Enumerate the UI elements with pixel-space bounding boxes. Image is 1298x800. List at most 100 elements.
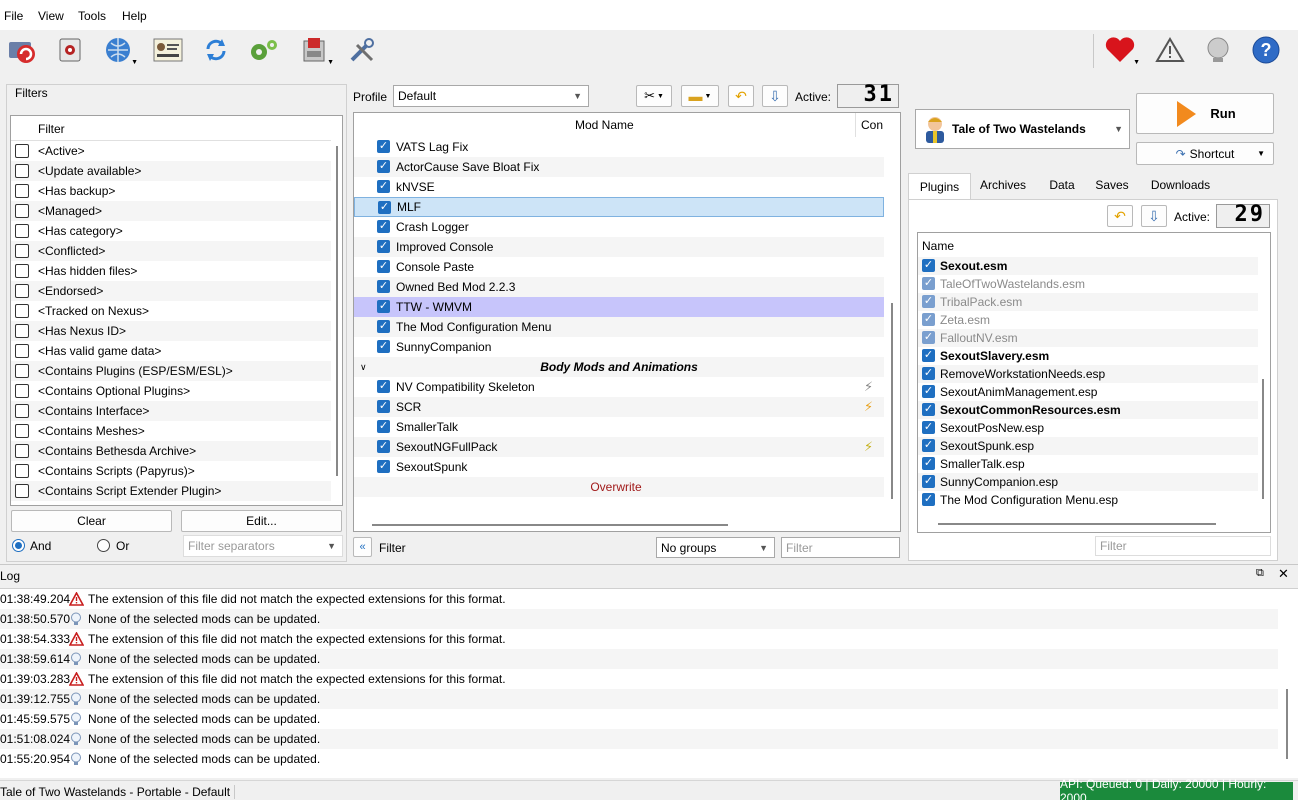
game-combo[interactable]: Tale of Two Wastelands ▼ (915, 109, 1130, 149)
collapse-button[interactable]: « (353, 537, 372, 557)
plugin-checkbox[interactable]: ✓ (922, 313, 935, 326)
undo-button[interactable]: ↶ (728, 85, 754, 107)
executables-icon[interactable]: ▼ (296, 32, 334, 68)
mod-row[interactable]: ✓ Crash Logger (354, 217, 884, 237)
mod-scrollbar[interactable] (891, 303, 893, 499)
mod-row[interactable]: ✓ Console Paste (354, 257, 884, 277)
plugin-filter-input[interactable]: Filter (1095, 536, 1271, 556)
tab-downloads[interactable]: Downloads (1135, 173, 1226, 197)
filter-checkbox[interactable] (15, 164, 29, 178)
profiles-icon[interactable] (150, 32, 186, 68)
filter-separators-combo[interactable]: Filter separators ▼ (183, 535, 343, 557)
menu-help[interactable]: Help (122, 9, 147, 23)
mod-checkbox[interactable]: ✓ (377, 300, 390, 313)
profile-combo[interactable]: Default ▼ (393, 85, 589, 107)
groups-combo[interactable]: No groups ▼ (656, 537, 775, 558)
plugin-checkbox[interactable]: ✓ (922, 331, 935, 344)
plugin-row[interactable]: ✓ SmallerTalk.esp (918, 455, 1258, 473)
plugin-row[interactable]: ✓ The Mod Configuration Menu.esp (918, 491, 1258, 509)
plugin-checkbox[interactable]: ✓ (922, 295, 935, 308)
mod-row[interactable]: ✓ ActorCause Save Bloat Fix (354, 157, 884, 177)
separator-row[interactable]: ∨ Body Mods and Animations (354, 357, 884, 377)
mod-row[interactable]: ✓ SmallerTalk (354, 417, 884, 437)
filter-checkbox[interactable] (15, 324, 29, 338)
plugin-checkbox[interactable]: ✓ (922, 349, 935, 362)
filter-row[interactable]: <Has valid game data> (11, 341, 331, 361)
edit-button[interactable]: Edit... (181, 510, 342, 532)
filter-row[interactable]: <Update available> (11, 161, 331, 181)
col-conflicts[interactable]: Con (861, 118, 883, 132)
mod-row[interactable]: ✓ Owned Bed Mod 2.2.3 (354, 277, 884, 297)
plugin-row[interactable]: ✓ TaleOfTwoWastelands.esm (918, 275, 1258, 293)
backup-button[interactable]: ⇩ (762, 85, 788, 107)
log-scrollbar[interactable] (1286, 689, 1288, 759)
plugin-row[interactable]: ✓ SexoutAnimManagement.esp (918, 383, 1258, 401)
tab-plugins[interactable]: Plugins (908, 173, 971, 200)
plugin-checkbox[interactable]: ✓ (922, 403, 935, 416)
filter-row[interactable]: <Contains Plugins (ESP/ESM/ESL)> (11, 361, 331, 381)
menu-tools[interactable]: Tools (78, 9, 106, 23)
tab-data[interactable]: Data (1035, 173, 1089, 197)
filter-checkbox[interactable] (15, 464, 29, 478)
close-icon[interactable]: ✕ (1278, 566, 1289, 582)
mod-checkbox[interactable]: ✓ (377, 260, 390, 273)
filter-checkbox[interactable] (15, 424, 29, 438)
filter-checkbox[interactable] (15, 204, 29, 218)
mod-row[interactable]: ✓ NV Compatibility Skeleton ⚡ (354, 377, 884, 397)
col-mod-name[interactable]: Mod Name (575, 118, 634, 132)
shortcut-button[interactable]: ↷ Shortcut ▼ (1136, 142, 1274, 165)
mod-checkbox[interactable]: ✓ (377, 460, 390, 473)
filter-row[interactable]: <Contains Script Extender Plugin> (11, 481, 331, 501)
plugin-hscrollbar[interactable] (938, 523, 1216, 525)
filter-row[interactable]: <Contains Interface> (11, 401, 331, 421)
mod-checkbox[interactable]: ✓ (377, 340, 390, 353)
plugin-checkbox[interactable]: ✓ (922, 475, 935, 488)
tab-saves[interactable]: Saves (1089, 173, 1135, 197)
filter-checkbox[interactable] (15, 344, 29, 358)
mod-checkbox[interactable]: ✓ (377, 400, 390, 413)
refresh-icon[interactable] (198, 32, 234, 68)
mod-tools-button[interactable]: ✂ ▼ (636, 85, 672, 107)
plugin-row[interactable]: ✓ Zeta.esm (918, 311, 1258, 329)
filter-row[interactable]: <Active> (11, 141, 331, 161)
filter-row[interactable]: <Contains Meshes> (11, 421, 331, 441)
plugin-checkbox[interactable]: ✓ (922, 367, 935, 380)
plugin-row[interactable]: ✓ SexoutCommonResources.esm (918, 401, 1258, 419)
plugin-scrollbar[interactable] (1262, 379, 1264, 499)
plugin-checkbox[interactable]: ✓ (922, 493, 935, 506)
plugin-row[interactable]: ✓ FalloutNV.esm (918, 329, 1258, 347)
plugin-checkbox[interactable]: ✓ (922, 457, 935, 470)
filter-checkbox[interactable] (15, 264, 29, 278)
settings-icon[interactable] (246, 32, 282, 68)
float-icon[interactable]: ⧉ (1256, 567, 1264, 580)
mod-row[interactable]: ✓ SunnyCompanion (354, 337, 884, 357)
mod-checkbox[interactable]: ✓ (377, 220, 390, 233)
plugin-checkbox[interactable]: ✓ (922, 385, 935, 398)
instances-icon[interactable] (4, 32, 40, 68)
plugin-name-header[interactable]: Name (922, 239, 954, 253)
mod-row[interactable]: ✓ VATS Lag Fix (354, 137, 884, 157)
filter-row[interactable]: <Contains Scripts (Papyrus)> (11, 461, 331, 481)
plugin-row[interactable]: ✓ SexoutSpunk.esp (918, 437, 1258, 455)
and-radio[interactable] (12, 539, 25, 552)
warning-icon[interactable] (1152, 32, 1188, 68)
run-button[interactable]: Run (1136, 93, 1274, 134)
filter-checkbox[interactable] (15, 304, 29, 318)
filter-row[interactable]: <Has category> (11, 221, 331, 241)
filter-row[interactable]: <Tracked on Nexus> (11, 301, 331, 321)
plugins-backup-button[interactable]: ⇩ (1141, 205, 1167, 227)
filter-row[interactable]: <Conflicted> (11, 241, 331, 261)
mod-checkbox[interactable]: ✓ (377, 160, 390, 173)
plugins-undo-button[interactable]: ↶ (1107, 205, 1133, 227)
filter-row[interactable]: <Managed> (11, 201, 331, 221)
mod-row[interactable]: ✓ Improved Console (354, 237, 884, 257)
filter-checkbox[interactable] (15, 244, 29, 258)
mod-filter-input[interactable]: Filter (781, 537, 900, 558)
mod-checkbox[interactable]: ✓ (377, 420, 390, 433)
filter-row[interactable]: <Contains Optional Plugins> (11, 381, 331, 401)
mod-hscrollbar[interactable] (372, 524, 728, 526)
filter-row[interactable]: <Has hidden files> (11, 261, 331, 281)
plugin-row[interactable]: ✓ SexoutSlavery.esm (918, 347, 1258, 365)
endorse-heart-icon[interactable]: ▼ (1102, 32, 1140, 68)
mod-checkbox[interactable]: ✓ (377, 140, 390, 153)
